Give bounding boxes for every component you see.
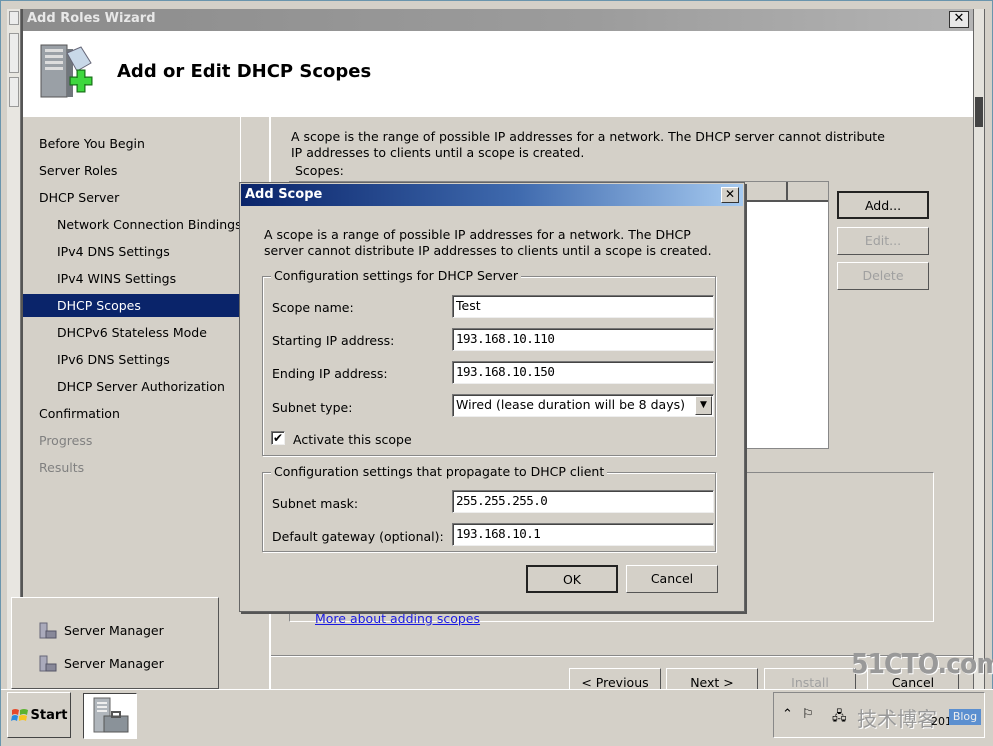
- end-ip-input[interactable]: 193.168.10.150: [452, 361, 714, 384]
- wizard-title: Add Roles Wizard: [27, 11, 156, 26]
- scopes-label: Scopes:: [295, 163, 344, 178]
- nav-item-results: Results: [39, 460, 85, 475]
- scrollbar-thumb[interactable]: [975, 97, 983, 127]
- nav-item-server-roles[interactable]: Server Roles: [23, 159, 241, 182]
- scopes-description: A scope is the range of possible IP addr…: [291, 129, 885, 160]
- server-manager-icon: [93, 697, 129, 733]
- dialog-description: A scope is a range of possible IP addres…: [264, 227, 712, 258]
- start-button[interactable]: Start: [7, 692, 71, 738]
- server-settings-legend: Configuration settings for DHCP Server: [271, 268, 521, 283]
- vertical-scrollbar[interactable]: [973, 9, 985, 689]
- action-center-flag-icon[interactable]: ⚐: [802, 707, 814, 722]
- subnet-mask-input[interactable]: 255.255.255.0: [452, 490, 714, 513]
- watermark-site: 51CTO.com: [851, 647, 993, 680]
- activate-scope-checkbox[interactable]: ✔: [271, 431, 285, 445]
- scope-name-input[interactable]: Test: [452, 295, 714, 318]
- nav-item-dhcp-scopes[interactable]: DHCP Scopes: [23, 294, 241, 317]
- client-settings-group: Configuration settings that propagate to…: [262, 464, 716, 552]
- nav-item-ipv4-dns-settings[interactable]: IPv4 DNS Settings: [23, 240, 241, 263]
- server-manager-icon: [39, 655, 57, 672]
- subnet-type-select[interactable]: Wired (lease duration will be 8 days) ▼: [452, 394, 714, 417]
- nav-item-dhcpv6-stateless-mode[interactable]: DHCPv6 Stateless Mode: [23, 321, 241, 344]
- wizard-header: Add or Edit DHCP Scopes: [23, 31, 973, 117]
- scope-name-label: Scope name:: [272, 300, 354, 315]
- dialog-close-button[interactable]: ✕: [721, 187, 739, 203]
- server-settings-group: Configuration settings for DHCP Server S…: [262, 268, 716, 456]
- nav-item-ipv4-wins-settings[interactable]: IPv4 WINS Settings: [23, 267, 241, 290]
- more-about-scopes-link[interactable]: More about adding scopes: [315, 611, 480, 626]
- ok-button[interactable]: OK: [526, 565, 618, 593]
- nav-item-network-connection-bindings[interactable]: Network Connection Bindings: [23, 213, 242, 236]
- taskbar-server-manager[interactable]: [83, 693, 137, 739]
- subnet-mask-label: Subnet mask:: [272, 496, 359, 511]
- server-manager-item[interactable]: Server Manager: [38, 620, 164, 642]
- nav-item-dhcp-server-authorization[interactable]: DHCP Server Authorization: [23, 375, 241, 398]
- subnet-type-label: Subnet type:: [272, 400, 353, 415]
- server-manager-jumplist: Server Manager Server Manager: [11, 597, 219, 689]
- background-window-edge: [7, 9, 21, 689]
- wizard-title-bar[interactable]: Add Roles Wizard ✕: [23, 9, 973, 31]
- activate-scope-label[interactable]: Activate this scope: [293, 432, 412, 447]
- nav-item-dhcp-server[interactable]: DHCP Server: [23, 186, 241, 209]
- server-manager-label: Server Manager: [64, 656, 164, 671]
- bg-window-control: [9, 33, 19, 73]
- default-gateway-input[interactable]: 193.168.10.1: [452, 523, 714, 546]
- desktop: Add Roles Wizard ✕ Add or Edit DHCP Scop…: [0, 0, 993, 746]
- start-label: Start: [30, 707, 68, 723]
- end-ip-label: Ending IP address:: [272, 366, 388, 381]
- dialog-title: Add Scope: [245, 187, 323, 202]
- default-gateway-label: Default gateway (optional):: [272, 529, 444, 544]
- windows-logo-icon: [10, 709, 28, 721]
- subnet-type-value: Wired (lease duration will be 8 days): [456, 397, 685, 412]
- server-manager-icon: [39, 622, 57, 639]
- column-separator[interactable]: [786, 182, 788, 202]
- server-manager-label: Server Manager: [64, 623, 164, 638]
- wizard-nav: Before You Begin Server Roles DHCP Serve…: [23, 117, 242, 607]
- delete-scope-button: Delete: [837, 262, 929, 290]
- nav-item-before-you-begin[interactable]: Before You Begin: [23, 132, 241, 155]
- watermark-blog-text: 技术博客: [857, 707, 937, 731]
- add-scope-dialog: Add Scope ✕ A scope is a range of possib…: [239, 182, 745, 612]
- page-title: Add or Edit DHCP Scopes: [117, 61, 372, 82]
- add-scope-button[interactable]: Add...: [837, 191, 929, 219]
- wizard-close-button[interactable]: ✕: [949, 11, 969, 28]
- nav-item-confirmation[interactable]: Confirmation: [23, 402, 241, 425]
- edit-scope-button: Edit...: [837, 227, 929, 255]
- chevron-down-icon[interactable]: ▼: [695, 396, 712, 415]
- taskbar: Start ⌃ ⚐ 🖧: [1, 689, 993, 746]
- dialog-title-bar[interactable]: Add Scope ✕: [241, 184, 743, 206]
- dialog-cancel-button[interactable]: Cancel: [626, 565, 718, 593]
- start-ip-label: Starting IP address:: [272, 333, 395, 348]
- bg-window-control: [9, 77, 19, 107]
- client-settings-legend: Configuration settings that propagate to…: [271, 464, 608, 479]
- nav-item-ipv6-dns-settings[interactable]: IPv6 DNS Settings: [23, 348, 241, 371]
- server-manager-item[interactable]: Server Manager: [38, 653, 164, 675]
- server-add-icon: [40, 44, 93, 98]
- start-ip-input[interactable]: 193.168.10.110: [452, 328, 714, 351]
- watermark-blog-badge: Blog: [949, 709, 981, 725]
- show-hidden-icons-chevron[interactable]: ⌃: [782, 707, 793, 722]
- network-warning-icon[interactable]: 🖧: [832, 707, 847, 729]
- nav-item-progress: Progress: [39, 433, 93, 448]
- bg-window-control: [9, 11, 19, 25]
